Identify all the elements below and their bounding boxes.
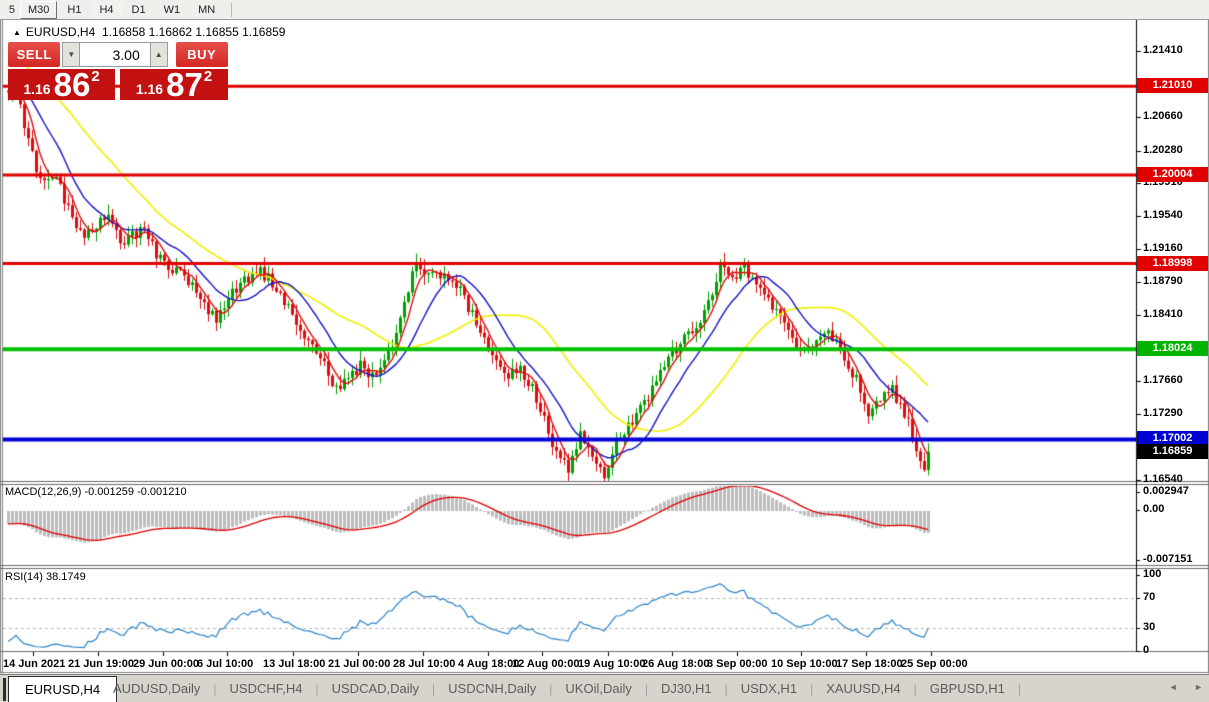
buy-button[interactable]: BUY	[176, 42, 228, 67]
tab-bar-left-edge	[3, 678, 6, 701]
macd-indicator-label: MACD(12,26,9) -0.001259 -0.001210	[5, 486, 187, 498]
price-axis-tick: 1.19160	[1143, 242, 1183, 254]
chart-tab-bar: EURUSD,H4 AUDUSD,Daily|USDCHF,H4|USDCAD,…	[0, 674, 1209, 702]
volume-decrease-button[interactable]: ▼	[62, 42, 80, 67]
volume-increase-button[interactable]: ▲	[150, 42, 168, 67]
time-axis-label: 21 Jun 19:00	[68, 658, 134, 670]
time-axis-label: 21 Jul 00:00	[328, 658, 390, 670]
time-axis-label: 13 Jul 18:00	[263, 658, 325, 670]
buy-price-point: 2	[204, 68, 212, 85]
rsi-axis-label: 100	[1143, 568, 1161, 580]
timeframe-h1-button[interactable]: H1	[59, 1, 89, 19]
price-axis-tick: 1.17660	[1143, 374, 1183, 386]
chart-symbol-label: EURUSD,H4	[26, 25, 95, 39]
spin-up-icon: ▲	[155, 50, 163, 59]
price-axis-tick: 1.19540	[1143, 209, 1183, 221]
sell-price-pips: 86	[54, 72, 91, 98]
rsi-axis-label: 30	[1143, 621, 1155, 633]
rsi-axis-label: 0	[1143, 644, 1149, 656]
tab-ukoil-daily[interactable]: UKOil,Daily	[552, 681, 644, 696]
price-axis-tick: 1.21410	[1143, 44, 1183, 56]
price-axis-tick: 1.20280	[1143, 144, 1183, 156]
macd-axis-label: 0.00	[1143, 503, 1164, 515]
time-axis-label: 28 Jul 10:00	[393, 658, 455, 670]
timeframe-m30-button[interactable]: M30	[20, 1, 57, 19]
timeframe-h4-button[interactable]: H4	[91, 1, 121, 19]
time-axis-label: 4 Aug 18:00	[458, 658, 519, 670]
tab-usdchf-h4[interactable]: USDCHF,H4	[217, 681, 316, 696]
price-axis-tick: 1.20660	[1143, 110, 1183, 122]
timeframe-toolbar: 5 M30 H1 H4 D1 W1 MN	[0, 0, 1209, 20]
time-axis-label: 25 Sep 00:00	[901, 658, 968, 670]
time-axis-label: 17 Sep 18:00	[836, 658, 903, 670]
price-axis-tick: 1.18410	[1143, 308, 1183, 320]
macd-axis-label: -0.007151	[1143, 553, 1193, 565]
tab-scroll-buttons: ◄ ►	[1155, 682, 1203, 692]
tab-usdcnh-daily[interactable]: USDCNH,Daily	[435, 681, 549, 696]
time-axis-label: 19 Aug 10:00	[578, 658, 645, 670]
sell-price-prefix: 1.16	[23, 82, 50, 96]
tab-gbpusd-h1[interactable]: GBPUSD,H1	[917, 681, 1018, 696]
timeframe-w1-button[interactable]: W1	[156, 1, 189, 19]
price-axis-tick: 1.16540	[1143, 473, 1183, 485]
timeframe-d1-button[interactable]: D1	[124, 1, 154, 19]
price-axis-tick: 1.18790	[1143, 275, 1183, 287]
tab-usdcad-daily[interactable]: USDCAD,Daily	[319, 681, 432, 696]
spin-down-icon: ▼	[67, 50, 75, 59]
buy-price-prefix: 1.16	[136, 82, 163, 96]
sell-price-point: 2	[91, 68, 99, 85]
price-axis-tick: 1.17290	[1143, 407, 1183, 419]
chart-title: ▲ EURUSD,H4 1.16858 1.16862 1.16855 1.168…	[13, 25, 285, 39]
price-level-label[interactable]: 1.18024	[1137, 341, 1208, 356]
tab-usdx-h1[interactable]: USDX,H1	[728, 681, 810, 696]
chart-ohlc-values: 1.16858 1.16862 1.16855 1.16859	[102, 25, 286, 39]
tab-scroll-left-icon[interactable]: ◄	[1169, 682, 1178, 692]
tab-scroll-right-icon[interactable]: ►	[1194, 682, 1203, 692]
price-level-label[interactable]: 1.20004	[1137, 167, 1208, 182]
time-axis-label: 3 Sep 00:00	[707, 658, 768, 670]
toolbar-separator	[231, 3, 232, 17]
time-axis-label: 26 Aug 18:00	[642, 658, 709, 670]
tab-separator: |	[1018, 682, 1021, 696]
mt4-trading-terminal: 5 M30 H1 H4 D1 W1 MN ▲ EURUSD,H4 1.16858 …	[0, 0, 1209, 702]
one-click-trade-panel: SELL ▼ 3.00 ▲ BUY 1.16 86 2 1.16 87 2	[8, 42, 228, 100]
tab-dj30-h1[interactable]: DJ30,H1	[648, 681, 725, 696]
buy-price-pips: 87	[166, 72, 203, 98]
rsi-axis-label: 70	[1143, 591, 1155, 603]
timeframe-mn-button[interactable]: MN	[190, 1, 223, 19]
current-price-label: 1.16859	[1137, 444, 1208, 459]
inactive-tabs: AUDUSD,Daily|USDCHF,H4|USDCAD,Daily|USDC…	[100, 675, 1021, 702]
time-axis-label: 29 Jun 00:00	[133, 658, 199, 670]
volume-input[interactable]: 3.00	[80, 42, 149, 67]
timeframe-m5-button[interactable]: 5	[0, 1, 18, 19]
chart-marker-icon: ▲	[13, 28, 21, 37]
sell-price-display[interactable]: 1.16 86 2	[8, 69, 115, 100]
macd-axis-label: 0.002947	[1143, 485, 1189, 497]
price-level-label[interactable]: 1.21010	[1137, 78, 1208, 93]
time-axis-label: 10 Sep 10:00	[771, 658, 838, 670]
price-chart-canvas[interactable]	[0, 0, 1209, 702]
sell-button[interactable]: SELL	[8, 42, 60, 67]
rsi-indicator-label: RSI(14) 38.1749	[5, 571, 86, 583]
time-axis-label: 14 Jun 2021	[3, 658, 65, 670]
time-axis-label: 6 Jul 10:00	[197, 658, 253, 670]
time-axis-label: 12 Aug 00:00	[512, 658, 579, 670]
tab-audusd-daily[interactable]: AUDUSD,Daily	[100, 681, 213, 696]
price-level-label[interactable]: 1.18998	[1137, 256, 1208, 271]
buy-price-display[interactable]: 1.16 87 2	[120, 69, 228, 100]
tab-xauusd-h4[interactable]: XAUUSD,H4	[813, 681, 913, 696]
